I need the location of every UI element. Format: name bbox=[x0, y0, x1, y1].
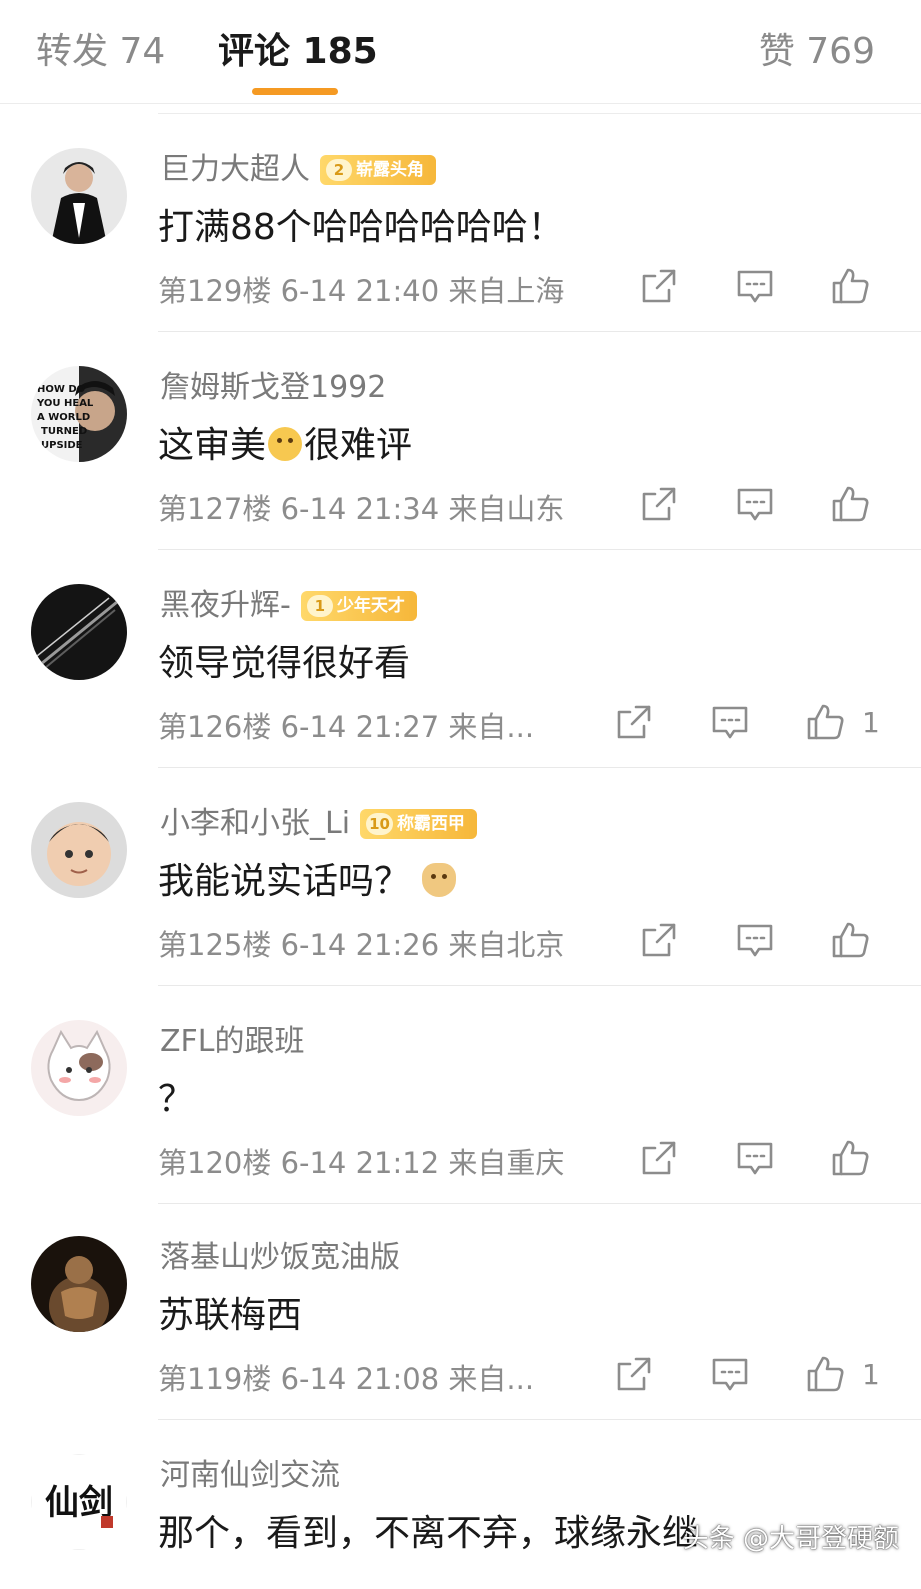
comment-text: 领导觉得很好看 bbox=[158, 643, 411, 684]
like-icon[interactable] bbox=[805, 702, 845, 742]
username[interactable]: 巨力大超人 2 崭露头角 bbox=[160, 144, 436, 188]
reply-icon[interactable] bbox=[735, 484, 775, 524]
comment-item: 黑夜升辉- 1 少年天才 领导觉得很好看 第126楼 6-14 21:27 来自..… bbox=[0, 548, 921, 768]
comment-text: 那个，看到，不离不弃，球缘永继 bbox=[158, 1513, 699, 1554]
reply-icon[interactable] bbox=[710, 1354, 750, 1394]
fan-badge: 10 称霸西甲 bbox=[360, 809, 477, 839]
share-icon[interactable] bbox=[614, 1354, 654, 1394]
like-icon[interactable] bbox=[830, 266, 870, 306]
comment-item: 仙剑 河南仙剑交流 那个，看到，不离不弃，球缘永继 bbox=[0, 1418, 921, 1589]
like-icon[interactable] bbox=[830, 1138, 870, 1178]
username[interactable]: 小李和小张_Li 10 称霸西甲 bbox=[160, 798, 477, 842]
svg-text:YOU HEAL: YOU HEAL bbox=[36, 398, 94, 409]
username[interactable]: ZFL的跟班 bbox=[160, 1016, 305, 1060]
reply-icon[interactable] bbox=[735, 266, 775, 306]
fan-badge: 1 少年天才 bbox=[300, 591, 417, 621]
comment-item: HOW DO YOU HEAL A WORLD TURNED UPSIDE 詹姆斯戈登1… bbox=[0, 330, 921, 550]
comment-text: 打满88个哈哈哈哈哈哈！ bbox=[158, 207, 564, 248]
reply-icon[interactable] bbox=[710, 702, 750, 742]
comment-meta: 第126楼 6-14 21:27 来自... bbox=[158, 710, 535, 744]
username[interactable]: 黑夜升辉- 1 少年天才 bbox=[160, 580, 417, 624]
active-tab-indicator bbox=[252, 88, 338, 95]
username[interactable]: 河南仙剑交流 bbox=[160, 1450, 340, 1494]
username[interactable]: 落基山炒饭宽油版 bbox=[160, 1232, 400, 1276]
comment-meta: 第125楼 6-14 21:26 来自北京 bbox=[158, 928, 565, 962]
comment-item: 落基山炒饭宽油版 苏联梅西 第119楼 6-14 21:08 来自... 1 bbox=[0, 1200, 921, 1420]
fan-badge: 2 崭露头角 bbox=[320, 155, 436, 185]
share-icon[interactable] bbox=[614, 702, 654, 742]
comment-text: 苏联梅西 bbox=[158, 1295, 303, 1336]
like-count: 1 bbox=[862, 1358, 880, 1391]
comment-meta: 第127楼 6-14 21:34 来自山东 bbox=[158, 492, 565, 526]
avatar[interactable]: 仙剑 bbox=[31, 1454, 127, 1550]
comment-meta: 第119楼 6-14 21:08 来自... bbox=[158, 1362, 535, 1396]
svg-text:TURNED: TURNED bbox=[41, 426, 87, 437]
avatar[interactable] bbox=[31, 1236, 127, 1332]
share-icon[interactable] bbox=[639, 266, 679, 306]
svg-text:HOW DO: HOW DO bbox=[37, 384, 85, 395]
username[interactable]: 詹姆斯戈登1992 bbox=[160, 362, 386, 406]
like-count: 1 bbox=[862, 706, 880, 739]
comment-meta: 第120楼 6-14 21:12 来自重庆 bbox=[158, 1146, 565, 1180]
svg-text:A WORLD: A WORLD bbox=[37, 412, 90, 423]
comment-tabs: 转发 74 评论 185 赞 769 bbox=[0, 0, 921, 104]
avatar[interactable] bbox=[31, 802, 127, 898]
avatar[interactable] bbox=[31, 584, 127, 680]
tab-comments[interactable]: 评论 185 bbox=[218, 22, 378, 74]
tab-repost[interactable]: 转发 74 bbox=[36, 22, 165, 74]
comment-item: 小李和小张_Li 10 称霸西甲 我能说实话吗？ 第125楼 6-14 21:26 … bbox=[0, 766, 921, 986]
avatar[interactable]: HOW DO YOU HEAL A WORLD TURNED UPSIDE bbox=[31, 366, 127, 462]
like-icon[interactable] bbox=[805, 1354, 845, 1394]
comment-item: 巨力大超人 2 崭露头角 打满88个哈哈哈哈哈哈！ 第129楼 6-14 21:40… bbox=[0, 112, 921, 332]
like-icon[interactable] bbox=[830, 920, 870, 960]
emoji-face-icon bbox=[268, 427, 303, 461]
avatar[interactable] bbox=[31, 148, 127, 244]
share-icon[interactable] bbox=[639, 484, 679, 524]
reply-icon[interactable] bbox=[735, 920, 775, 960]
svg-text:UPSIDE: UPSIDE bbox=[41, 440, 83, 451]
comment-meta: 第129楼 6-14 21:40 来自上海 bbox=[158, 274, 565, 308]
comment-item: ZFL的跟班 ？ 第120楼 6-14 21:12 来自重庆 bbox=[0, 984, 921, 1204]
tab-likes[interactable]: 赞 769 bbox=[759, 22, 875, 74]
share-icon[interactable] bbox=[639, 1138, 679, 1178]
reply-icon[interactable] bbox=[735, 1138, 775, 1178]
comment-text: 我能说实话吗？ bbox=[158, 852, 458, 904]
doge-emoji-icon bbox=[422, 863, 457, 897]
share-icon[interactable] bbox=[639, 920, 679, 960]
comment-text: 这审美 很难评 bbox=[158, 425, 413, 466]
watermark: 头条 @大哥登硬额 bbox=[682, 1524, 899, 1554]
like-icon[interactable] bbox=[830, 484, 870, 524]
avatar[interactable] bbox=[31, 1020, 127, 1116]
comment-text: ？ bbox=[158, 1079, 195, 1120]
